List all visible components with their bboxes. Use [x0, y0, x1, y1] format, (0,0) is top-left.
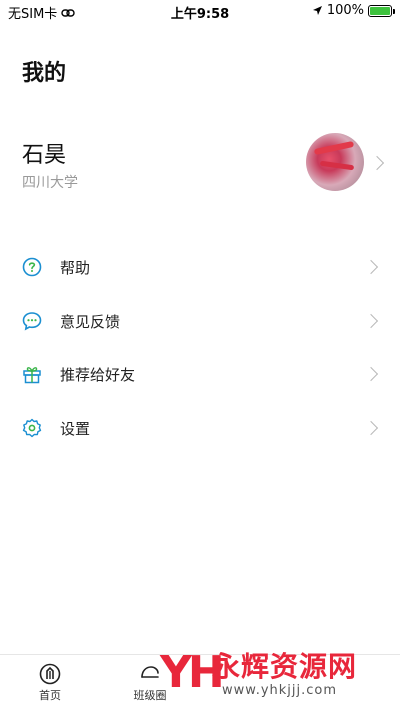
chevron-right-icon [369, 155, 385, 171]
chevron-right-icon [363, 313, 379, 328]
profile-school: 四川大学 [22, 175, 78, 191]
watermark-url: www.yhkjjj.com [222, 683, 338, 698]
page-title: 我的 [22, 61, 67, 86]
gear-icon [22, 418, 42, 437]
menu-item-label: 帮助 [60, 259, 91, 277]
menu-item-recommend[interactable]: 推荐给好友 [0, 347, 400, 401]
menu-list: 帮助 意见反馈 推荐给好友 设置 [0, 240, 400, 454]
watermark: YH 永辉资源网 www.yhkjjj.com [160, 645, 400, 705]
menu-item-label: 设置 [60, 419, 91, 438]
avatar[interactable] [306, 133, 364, 191]
menu-item-help[interactable]: 帮助 [0, 240, 400, 294]
home-icon [39, 663, 61, 685]
tab-home[interactable]: 首页 [20, 663, 80, 703]
menu-item-feedback[interactable]: 意见反馈 [0, 294, 400, 348]
menu-item-settings[interactable]: 设置 [0, 401, 400, 455]
chevron-right-icon [363, 366, 379, 382]
battery-percent: 100% [326, 3, 364, 18]
circle-icon [141, 666, 159, 678]
menu-item-label: 推荐给好友 [60, 366, 136, 384]
menu-item-label: 意见反馈 [60, 312, 121, 331]
watermark-title: 永辉资源网 [212, 650, 358, 683]
chevron-right-icon [363, 259, 379, 275]
chevron-right-icon [363, 420, 379, 435]
profile-card[interactable]: 石昊 四川大学 [0, 125, 400, 205]
gift-icon [23, 367, 41, 384]
status-bar: 无SIM卡 上午9:58 100% [0, 0, 400, 22]
tab-label: 首页 [39, 689, 61, 702]
status-right: 100% [312, 3, 395, 18]
feedback-icon [22, 311, 42, 331]
location-arrow-icon [312, 6, 322, 15]
battery-fill [370, 6, 390, 15]
profile-name: 石昊 [22, 143, 67, 168]
battery-icon [368, 4, 395, 17]
help-icon [22, 257, 42, 277]
